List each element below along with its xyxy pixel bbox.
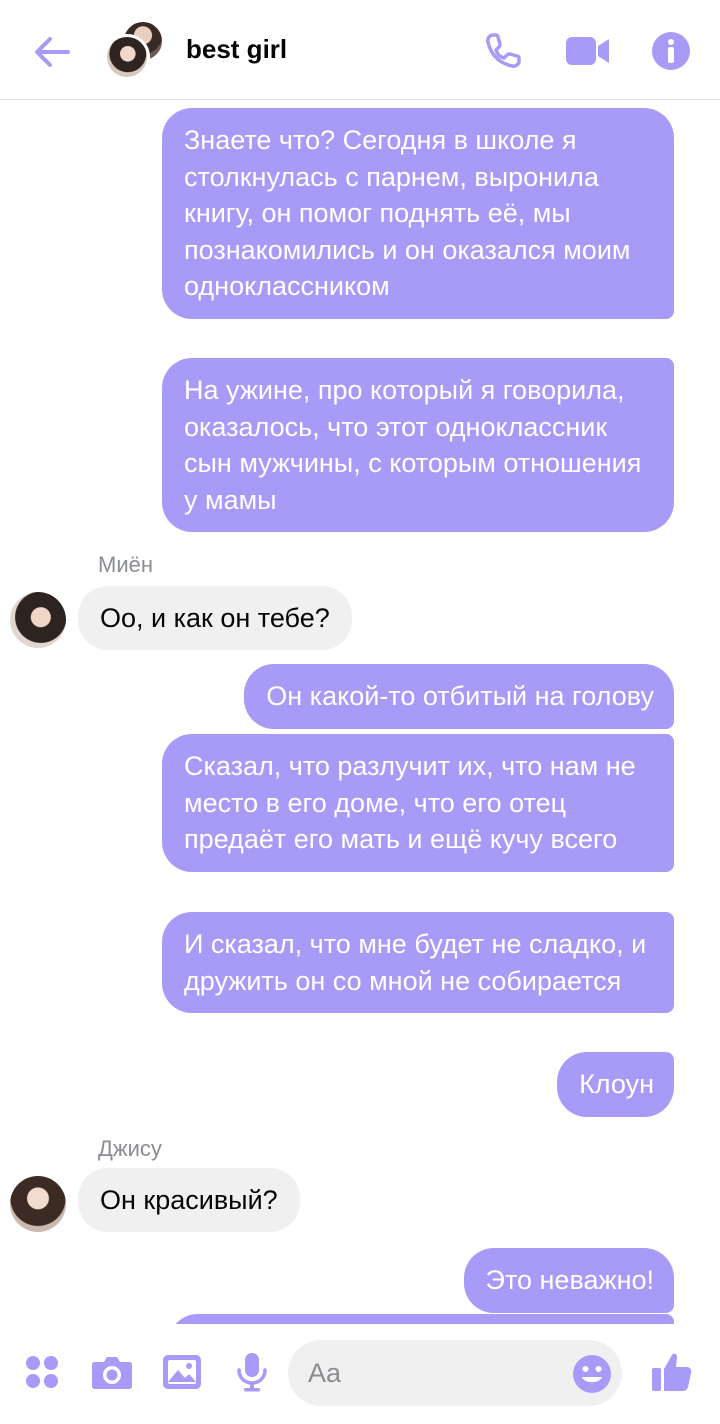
outgoing-message[interactable]: И сказал, что мне будет не сладко, и дру… [162, 912, 674, 1013]
outgoing-message[interactable]: На ужине, про который я говорила, оказал… [162, 358, 674, 532]
emoji-icon [573, 1355, 611, 1393]
video-camera-icon [566, 37, 609, 65]
avatar [104, 34, 150, 80]
incoming-message[interactable]: Он красивый? [78, 1168, 300, 1232]
message-input[interactable] [308, 1340, 568, 1406]
composer-bar [0, 1324, 720, 1424]
message-list[interactable]: Знаете что? Сегодня в школе я столкнулас… [0, 100, 720, 1324]
apps-icon [26, 1356, 58, 1388]
sender-name: Джису [98, 1136, 162, 1161]
emoji-button[interactable] [572, 1354, 612, 1394]
like-button[interactable] [644, 1344, 700, 1400]
apps-button[interactable] [14, 1344, 70, 1400]
outgoing-message[interactable]: Это неважно! [463, 1248, 674, 1313]
message-input-wrapper[interactable] [288, 1340, 622, 1406]
gallery-button[interactable] [154, 1344, 210, 1400]
outgoing-message[interactable]: Он какой-то отбитый на голову [244, 664, 674, 729]
outgoing-message[interactable]: Знаете что? Сегодня в школе я столкнулас… [162, 108, 674, 319]
info-button[interactable] [648, 28, 694, 74]
chat-header: best girl [0, 0, 720, 100]
image-icon [163, 1355, 201, 1389]
avatar[interactable] [10, 592, 66, 648]
video-call-button[interactable] [562, 28, 614, 74]
thumbs-up-icon [652, 1353, 692, 1391]
outgoing-message[interactable]: Сказал, что разлучит их, что нам не мест… [162, 734, 674, 872]
phone-icon [486, 33, 521, 68]
chat-title[interactable]: best girl [186, 34, 287, 65]
incoming-message[interactable]: Оо, и как он тебе? [78, 586, 352, 650]
back-button[interactable] [28, 28, 76, 76]
sender-name: Миён [98, 552, 153, 577]
voice-button[interactable] [224, 1344, 280, 1400]
outgoing-message[interactable]: Клоун [557, 1052, 674, 1117]
back-arrow-icon [35, 37, 70, 67]
call-button[interactable] [478, 28, 528, 74]
camera-icon [92, 1357, 132, 1389]
info-icon [652, 32, 690, 70]
camera-button[interactable] [84, 1344, 140, 1400]
avatar[interactable] [10, 1176, 66, 1232]
outgoing-message-partial[interactable] [168, 1314, 674, 1324]
group-avatar[interactable] [104, 20, 164, 80]
microphone-icon [237, 1353, 267, 1392]
